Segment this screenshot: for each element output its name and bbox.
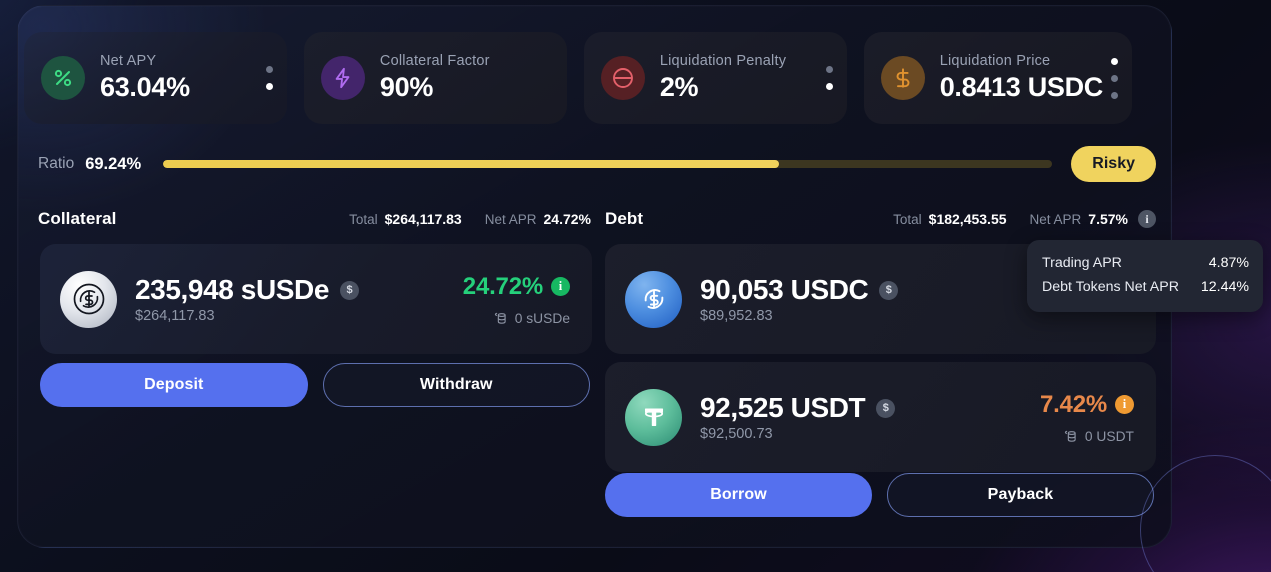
debt-apr-tooltip: Trading APR 4.87% Debt Tokens Net APR 12… — [1027, 240, 1263, 312]
usdc-coin-icon — [625, 270, 682, 328]
debt-actions: Borrow Payback — [605, 473, 1154, 517]
stat-label: Collateral Factor — [379, 53, 490, 69]
indicator-dot[interactable] — [1111, 91, 1119, 99]
debt-title: Debt — [605, 209, 644, 228]
indicator-dot[interactable] — [825, 66, 833, 73]
asset-apr-info-icon[interactable]: i — [551, 277, 570, 296]
debt-apr-value: 7.57% — [1088, 211, 1128, 227]
stat-label: Liquidation Price — [939, 53, 1051, 69]
coins-stack-icon — [494, 312, 506, 324]
lightning-bolt-icon — [320, 56, 365, 100]
borrow-button[interactable]: Borrow — [605, 473, 872, 517]
card-indicator-dots[interactable] — [1111, 57, 1119, 99]
percent-icon — [41, 56, 85, 100]
stat-label: Liquidation Penalty — [659, 53, 787, 69]
card-indicator-dots[interactable] — [825, 66, 833, 90]
stat-value: 63.04% — [100, 72, 190, 102]
ratio-row: Ratio 69.24% Risky — [38, 145, 1156, 183]
stats-row: Net APY 63.04% Collateral Factor 90% Liq… — [24, 32, 1133, 124]
susde-coin-icon — [60, 270, 117, 328]
card-indicator-dots[interactable] — [265, 66, 273, 90]
debt-total-key: Total — [893, 211, 922, 227]
indicator-dot-active[interactable] — [825, 83, 833, 90]
wallet-balance-text: 0 USDT — [1084, 428, 1134, 444]
tooltip-row-value: 12.44% — [1200, 279, 1249, 296]
asset-apr-value: 7.42% — [1039, 390, 1107, 418]
debt-section-header: Debt Total $182,453.55 Net APR 7.57% i — [605, 207, 1156, 231]
deposit-button[interactable]: Deposit — [40, 363, 308, 407]
stat-card-collateral-factor[interactable]: Collateral Factor 90% — [303, 32, 567, 124]
collateral-apr-key: Net APR — [484, 211, 537, 227]
risk-status-badge: Risky — [1071, 146, 1156, 182]
tooltip-row-key: Trading APR — [1042, 255, 1122, 271]
debt-apr-key: Net APR — [1029, 211, 1082, 227]
indicator-dot-active[interactable] — [265, 83, 273, 90]
indicator-dot[interactable] — [265, 66, 273, 73]
stat-label: Net APY — [100, 53, 157, 69]
stat-card-liquidation-price[interactable]: Liquidation Price 0.8413 USDC — [863, 32, 1133, 124]
collateral-title: Collateral — [38, 209, 117, 228]
asset-amount: 235,948 sUSDe — [135, 274, 330, 305]
asset-amount: 90,053 USDC — [700, 274, 869, 305]
asset-apr-value: 24.72% — [462, 272, 543, 300]
ratio-progress-fill — [163, 160, 779, 168]
tooltip-row: Debt Tokens Net APR 12.44% — [1042, 275, 1249, 299]
coins-stack-icon — [1064, 430, 1076, 442]
debt-apr-info-icon[interactable]: i — [1138, 210, 1156, 228]
collateral-total-value: $264,117.83 — [384, 211, 462, 227]
collateral-asset-list: 235,948 sUSDe $ $264,117.83 24.72% i 0 s… — [40, 244, 592, 354]
payback-button[interactable]: Payback — [887, 473, 1154, 517]
tether-glyph — [644, 408, 663, 426]
debt-total-value: $182,453.55 — [928, 211, 1007, 227]
ratio-label: Ratio — [38, 155, 75, 172]
stat-card-liquidation-penalty[interactable]: Liquidation Penalty 2% — [583, 32, 847, 124]
asset-usd-value: $89,952.83 — [700, 308, 773, 324]
asset-apr-info-icon[interactable]: i — [1115, 395, 1134, 414]
collateral-section-header: Collateral Total $264,117.83 Net APR 24.… — [38, 207, 591, 231]
withdraw-button[interactable]: Withdraw — [322, 363, 590, 407]
collateral-total-key: Total — [349, 211, 378, 227]
indicator-dot-active[interactable] — [1111, 57, 1119, 65]
tooltip-row: Trading APR 4.87% — [1042, 251, 1249, 275]
stat-value: 2% — [659, 72, 699, 102]
usdt-coin-icon — [625, 388, 682, 446]
collateral-actions: Deposit Withdraw — [40, 363, 590, 407]
collateral-apr-value: 24.72% — [543, 211, 591, 227]
debt-header-meta: Total $182,453.55 Net APR 7.57% i — [893, 210, 1156, 228]
debt-asset-row-usdt[interactable]: 92,525 USDT $ $92,500.73 7.42% i 0 USDT — [605, 362, 1156, 472]
collateral-header-meta: Total $264,117.83 Net APR 24.72% — [349, 211, 591, 227]
asset-wallet-balance: 0 sUSDe — [463, 311, 570, 326]
ratio-progress-track — [163, 160, 1053, 168]
stablecoin-badge-icon: $ — [876, 398, 896, 418]
asset-usd-value: $264,117.83 — [135, 308, 215, 324]
stat-value: 0.8413 USDC — [939, 72, 1104, 102]
collateral-asset-row-susde[interactable]: 235,948 sUSDe $ $264,117.83 24.72% i 0 s… — [40, 244, 592, 354]
wallet-balance-text: 0 sUSDe — [514, 310, 570, 326]
asset-wallet-balance: 0 USDT — [1040, 429, 1134, 444]
stat-card-net-apy[interactable]: Net APY 63.04% — [24, 32, 287, 124]
tooltip-row-key: Debt Tokens Net APR — [1042, 279, 1179, 296]
tooltip-row-value: 4.87% — [1208, 255, 1249, 271]
indicator-dot[interactable] — [1111, 74, 1119, 82]
asset-amount: 92,525 USDT — [700, 392, 866, 423]
asset-usd-value: $92,500.73 — [700, 426, 773, 442]
minus-circle-icon — [600, 56, 645, 100]
stat-value: 90% — [379, 72, 434, 102]
ratio-value: 69.24% — [85, 154, 142, 173]
stablecoin-badge-icon: $ — [879, 280, 899, 300]
dollar-sign-icon — [880, 56, 925, 100]
stablecoin-badge-icon: $ — [340, 280, 360, 300]
